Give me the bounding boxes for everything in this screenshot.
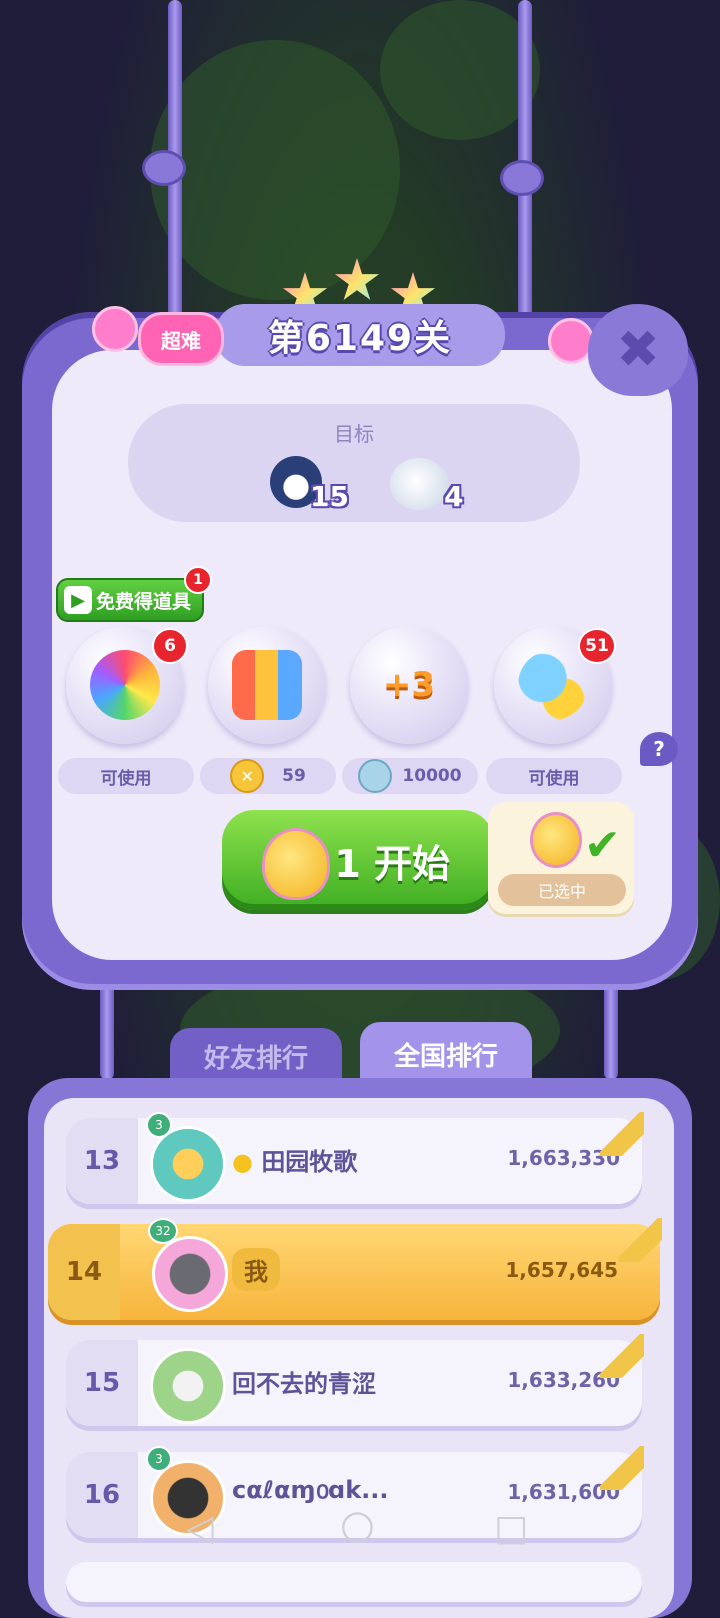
player-level-badge: 32 xyxy=(148,1218,178,1244)
nav-back-icon[interactable]: ◁ xyxy=(186,1508,214,1549)
rank-number: 13 xyxy=(66,1118,138,1204)
level-title-bar: 第6149关 xyxy=(215,304,505,366)
potion-icon xyxy=(530,812,582,868)
ranking-row[interactable]: 13 3 ● 田园牧歌 1,663,330 xyxy=(66,1112,644,1204)
player-name: cαℓαɱ൦ɑk... xyxy=(232,1476,389,1504)
notification-badge: 1 xyxy=(184,566,212,594)
vine-knot xyxy=(142,150,186,186)
close-button[interactable]: ✖ xyxy=(588,304,688,396)
stars-ribbon-icon xyxy=(600,1334,644,1378)
hippo-chick-icon xyxy=(518,650,588,720)
player-name-text: 田园牧歌 xyxy=(261,1148,358,1176)
rainbow-owl-icon xyxy=(90,650,160,720)
booster-status: 可使用 xyxy=(486,758,622,794)
ranking-row-self[interactable]: 14 32 我 1,657,645 xyxy=(48,1218,662,1320)
rank-number: 14 xyxy=(48,1224,120,1320)
help-icon[interactable]: ? xyxy=(640,732,678,766)
chick-icon: ● xyxy=(232,1148,253,1176)
booster-plus3-moves[interactable]: +3 xyxy=(350,626,468,744)
ranking-row-partial xyxy=(66,1562,642,1602)
goal-count: 4 xyxy=(444,480,464,513)
rank-number: 15 xyxy=(66,1340,138,1426)
booster-status-label: 可使用 xyxy=(528,768,580,789)
selected-tag: 已选中 xyxy=(498,874,626,906)
silver-coin-icon xyxy=(358,759,393,793)
close-icon: ✖ xyxy=(616,320,660,380)
free-props-button[interactable]: ▶ 免费得道具 xyxy=(56,578,204,622)
booster-price-label: 10000 xyxy=(402,766,462,786)
plus3-moves-icon: +3 xyxy=(382,665,436,705)
goal-label: 目标 xyxy=(334,422,374,446)
potion-select-card[interactable]: ✔ 已选中 xyxy=(488,802,634,914)
avatar xyxy=(152,1236,228,1312)
tab-friends-ranking[interactable]: 好友排行 xyxy=(170,1028,342,1084)
start-button-label: 1 开始 xyxy=(334,841,450,886)
booster-count-badge: 6 xyxy=(152,628,188,664)
goal-box: 目标 15 4 xyxy=(128,404,580,522)
vine-knot xyxy=(500,160,544,196)
rank-number: 16 xyxy=(66,1452,138,1538)
booster-price-label: 59 xyxy=(282,766,306,786)
checkmark-icon: ✔ xyxy=(584,820,621,871)
avatar xyxy=(150,1348,226,1424)
booster-count-badge: 51 xyxy=(578,628,616,664)
stars-ribbon-icon xyxy=(600,1446,644,1490)
booster-price: 10000 xyxy=(342,758,478,794)
level-title: 第6149关 xyxy=(267,318,453,359)
nav-recents-icon[interactable]: □ xyxy=(494,1508,528,1549)
stars-ribbon-icon xyxy=(600,1112,644,1156)
free-props-label: 免费得道具 xyxy=(96,590,192,613)
video-icon: ▶ xyxy=(64,586,92,614)
flower-decoration xyxy=(92,306,138,352)
gold-coin-icon: ✕ xyxy=(230,759,265,793)
booster-rockets[interactable] xyxy=(208,626,326,744)
goal-count: 15 xyxy=(310,480,349,513)
player-name: 回不去的青涩 xyxy=(232,1370,376,1398)
player-name: ● 田园牧歌 xyxy=(232,1142,357,1177)
difficulty-badge: 超难 xyxy=(138,312,224,366)
seal-icon xyxy=(390,458,448,510)
player-name: 我 xyxy=(232,1248,280,1291)
player-level-badge: 3 xyxy=(146,1112,172,1138)
booster-price: ✕ 59 xyxy=(200,758,336,794)
stars-ribbon-icon xyxy=(618,1218,662,1262)
booster-status-label: 可使用 xyxy=(100,768,152,789)
rockets-icon xyxy=(232,650,302,720)
player-level-badge: 3 xyxy=(146,1446,172,1472)
player-score: 1,657,645 xyxy=(505,1258,618,1282)
tab-national-ranking[interactable]: 全国排行 xyxy=(360,1022,532,1086)
booster-status: 可使用 xyxy=(58,758,194,794)
nav-home-icon[interactable]: ○ xyxy=(340,1502,375,1548)
ranking-row[interactable]: 15 回不去的青涩 1,633,260 xyxy=(66,1334,644,1426)
potion-icon xyxy=(262,828,330,900)
